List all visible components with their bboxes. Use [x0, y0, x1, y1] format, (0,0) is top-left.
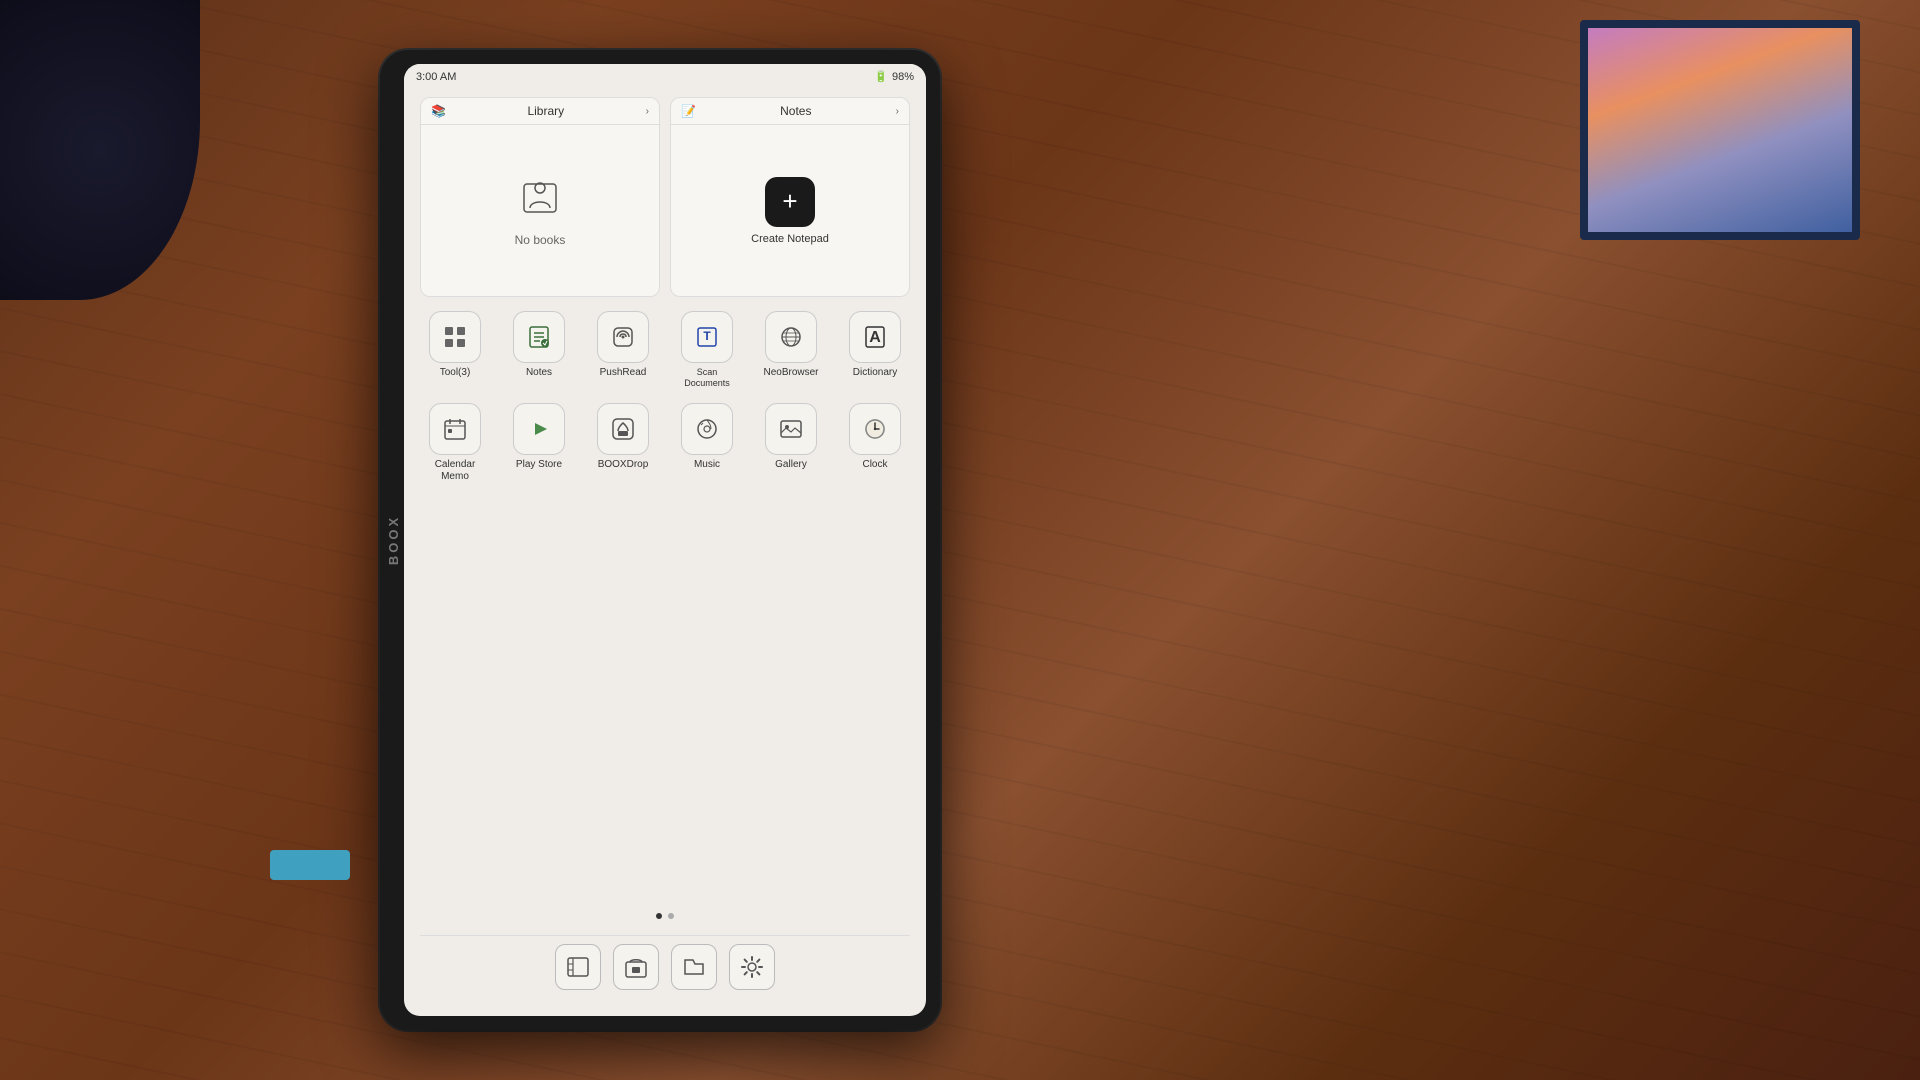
gallery-icon [765, 403, 817, 455]
neobrowser-label: NeoBrowser [763, 367, 818, 379]
library-icon: 📚 [431, 104, 446, 118]
app-item-neobrowser[interactable]: NeoBrowser [759, 311, 823, 389]
notes-chevron: › [896, 106, 899, 117]
tablet-body: BOOX 3:00 AM 🔋 98% 📚 [380, 50, 940, 1030]
watch-band [270, 850, 350, 880]
svg-text:A: A [869, 329, 881, 346]
app-row-1: Tool(3) [420, 307, 910, 393]
battery-percent: 98% [892, 71, 914, 83]
dock-settings[interactable] [729, 944, 775, 990]
app-item-playstore[interactable]: Play Store [507, 403, 571, 483]
dock-files[interactable] [671, 944, 717, 990]
scan-icon: T [681, 311, 733, 363]
plus-icon: + [782, 186, 797, 217]
clock-label: Clock [862, 459, 887, 471]
app-item-scan[interactable]: T Scan Documents [675, 311, 739, 389]
notes-app-label: Notes [526, 367, 552, 379]
playstore-icon [513, 403, 565, 455]
dictionary-icon: A [849, 311, 901, 363]
status-right: 🔋 98% [874, 70, 914, 83]
music-icon [681, 403, 733, 455]
notes-widget[interactable]: 📝 Notes › + Create Notepad [670, 97, 910, 297]
notes-header[interactable]: 📝 Notes › [671, 98, 909, 125]
dock-library[interactable] [555, 944, 601, 990]
app-item-pushread[interactable]: PushRead [591, 311, 655, 389]
booxdrop-label: BOOXDrop [598, 459, 649, 471]
app-item-calendar[interactable]: Calendar Memo [423, 403, 487, 483]
tools-icon [429, 311, 481, 363]
app-item-dictionary[interactable]: A Dictionary [843, 311, 907, 389]
pushread-icon [597, 311, 649, 363]
pushread-label: PushRead [600, 367, 647, 379]
no-books-text: No books [515, 233, 566, 247]
notes-icon [513, 311, 565, 363]
calendar-label: Calendar Memo [423, 459, 487, 483]
app-item-booxdrop[interactable]: BOOXDrop [591, 403, 655, 483]
photo-frame [1580, 20, 1860, 240]
app-row-2: Calendar Memo Play Store [420, 399, 910, 487]
notes-widget-title: Notes [780, 104, 811, 118]
notes-body[interactable]: + Create Notepad [671, 125, 909, 296]
app-item-tools[interactable]: Tool(3) [423, 311, 487, 389]
dock-store[interactable] [613, 944, 659, 990]
music-label: Music [694, 459, 720, 471]
calendar-icon [429, 403, 481, 455]
booxdrop-icon [597, 403, 649, 455]
library-title: Library [527, 104, 564, 118]
library-body: No books [421, 125, 659, 296]
neobrowser-icon [765, 311, 817, 363]
battery-icon: 🔋 [874, 70, 888, 83]
photo-image [1588, 28, 1852, 232]
no-books-icon [518, 174, 562, 227]
app-item-notes[interactable]: Notes [507, 311, 571, 389]
page-indicators [420, 907, 910, 925]
gallery-label: Gallery [775, 459, 807, 471]
app-grid: Tool(3) [420, 307, 910, 897]
page-dot-1 [656, 913, 662, 919]
main-content: 📚 Library › [404, 89, 926, 1016]
create-notepad-label: Create Notepad [751, 233, 829, 245]
notes-widget-icon: 📝 [681, 104, 696, 118]
app-item-clock[interactable]: Clock [843, 403, 907, 483]
create-notepad-button[interactable]: + Create Notepad [751, 177, 829, 245]
app-item-music[interactable]: Music [675, 403, 739, 483]
tools-label: Tool(3) [440, 367, 471, 379]
library-header[interactable]: 📚 Library › [421, 98, 659, 125]
library-widget[interactable]: 📚 Library › [420, 97, 660, 297]
library-chevron: › [646, 106, 649, 117]
page-dot-2 [668, 913, 674, 919]
app-item-gallery[interactable]: Gallery [759, 403, 823, 483]
create-notepad-icon: + [765, 177, 815, 227]
status-bar: 3:00 AM 🔋 98% [404, 64, 926, 89]
playstore-label: Play Store [516, 459, 562, 471]
svg-text:T: T [703, 329, 711, 343]
widget-row: 📚 Library › [420, 97, 910, 297]
clock-icon [849, 403, 901, 455]
brand-label: BOOX [386, 515, 401, 565]
bottom-dock [420, 935, 910, 1000]
tablet-device: BOOX 3:00 AM 🔋 98% 📚 [380, 50, 940, 1030]
scan-label: Scan Documents [675, 367, 739, 389]
time-display: 3:00 AM [416, 71, 456, 83]
tablet-screen: 3:00 AM 🔋 98% 📚 Library › [404, 64, 926, 1016]
dictionary-label: Dictionary [853, 367, 897, 379]
